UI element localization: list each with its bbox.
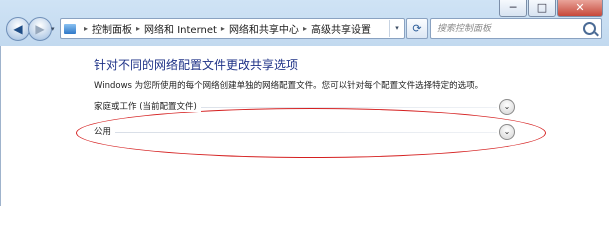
breadcrumb-advanced-sharing[interactable]: 高级共享设置 xyxy=(311,21,371,36)
minimize-button[interactable]: ─ xyxy=(499,0,527,17)
page-title: 针对不同的网络配置文件更改共享选项 xyxy=(94,58,299,72)
refresh-button[interactable]: ⟳ xyxy=(406,18,428,39)
close-button[interactable]: ✕ xyxy=(557,0,603,17)
navigation-bar: ◀ ▶ ▾ ▸ 控制面板 ▸ 网络和 Internet ▸ 网络和共享中心 ▸ … xyxy=(0,16,609,41)
search-box[interactable] xyxy=(430,18,602,39)
profile-home-work[interactable]: 家庭或工作 (当前配置文件) ⌄ xyxy=(94,99,515,115)
expand-chevron-icon[interactable]: ⌄ xyxy=(499,99,515,115)
address-dropdown-button[interactable]: ▾ xyxy=(389,20,404,37)
profile-public[interactable]: 公用 ⌄ xyxy=(94,124,515,140)
profile-label[interactable]: 公用 xyxy=(94,125,116,137)
breadcrumb-separator[interactable]: ▸ xyxy=(84,24,88,33)
profile-divider xyxy=(94,132,497,133)
expand-chevron-icon[interactable]: ⌄ xyxy=(499,124,515,140)
back-arrow-icon: ◀ xyxy=(13,22,23,36)
breadcrumb-separator[interactable]: ▸ xyxy=(303,24,307,33)
main-content: 针对不同的网络配置文件更改共享选项 Windows 为您所使用的每个网络创建单独… xyxy=(0,46,609,206)
refresh-icon: ⟳ xyxy=(412,22,422,35)
profile-label[interactable]: 家庭或工作 (当前配置文件) xyxy=(94,100,201,112)
search-icon[interactable] xyxy=(583,22,596,35)
breadcrumb-separator[interactable]: ▸ xyxy=(136,24,140,33)
forward-arrow-icon: ▶ xyxy=(35,22,45,36)
address-bar[interactable]: ▸ 控制面板 ▸ 网络和 Internet ▸ 网络和共享中心 ▸ 高级共享设置… xyxy=(60,18,405,39)
maximize-button[interactable]: □ xyxy=(528,0,556,17)
search-input[interactable] xyxy=(435,21,579,37)
forward-button[interactable]: ▶ xyxy=(28,17,52,41)
breadcrumb-separator[interactable]: ▸ xyxy=(221,24,225,33)
breadcrumb-network-sharing-center[interactable]: 网络和共享中心 xyxy=(229,21,299,36)
recent-pages-dropdown[interactable]: ▾ xyxy=(51,25,55,33)
breadcrumb-network-internet[interactable]: 网络和 Internet xyxy=(144,21,217,36)
breadcrumb-control-panel[interactable]: 控制面板 xyxy=(92,21,132,36)
control-panel-icon xyxy=(64,23,76,34)
back-button[interactable]: ◀ xyxy=(6,17,30,41)
page-description: Windows 为您所使用的每个网络创建单独的网络配置文件。您可以针对每个配置文… xyxy=(94,81,484,91)
